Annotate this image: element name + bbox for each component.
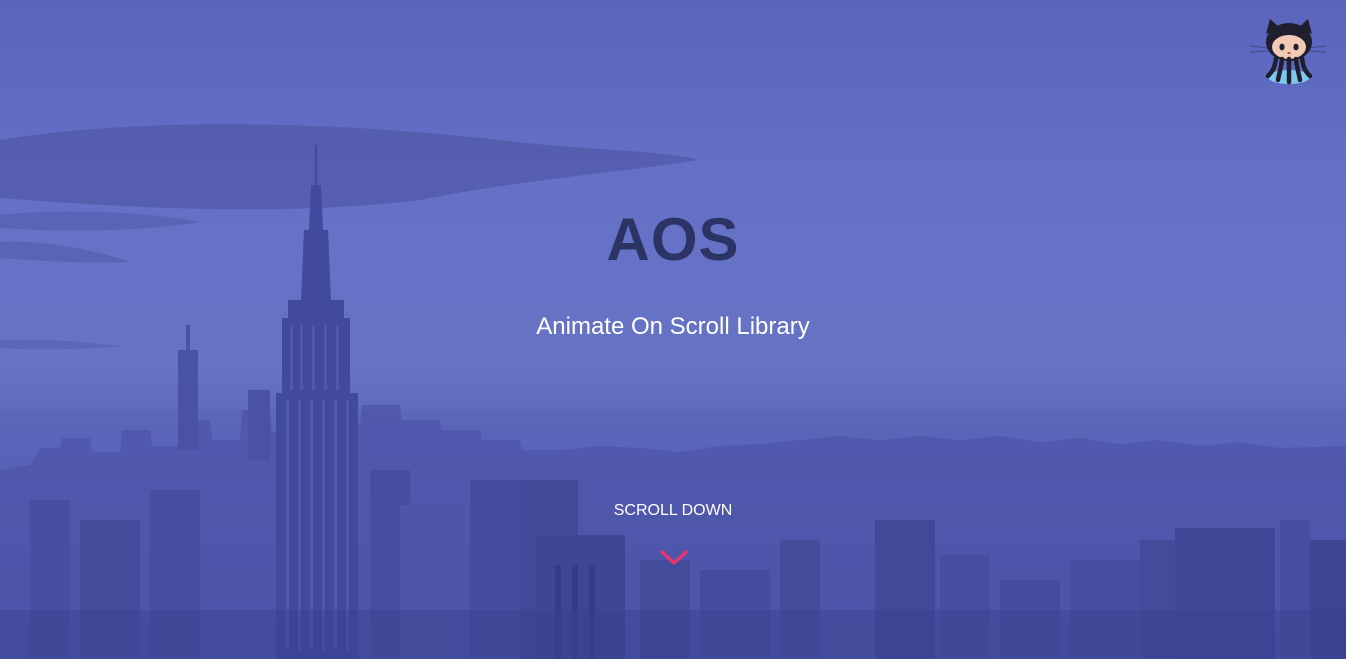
page-subtitle: Animate On Scroll Library (536, 313, 810, 340)
chevron-down-icon (660, 550, 688, 565)
scroll-down-button[interactable]: SCROLL DOWN (573, 500, 773, 580)
scroll-down-label: SCROLL DOWN (613, 502, 733, 519)
hero-section: AOS Animate On Scroll Library SCROLL DOW… (0, 0, 1346, 659)
github-link[interactable] (1246, 14, 1330, 90)
page-title: AOS (606, 206, 740, 273)
octocat-icon (1249, 19, 1327, 85)
